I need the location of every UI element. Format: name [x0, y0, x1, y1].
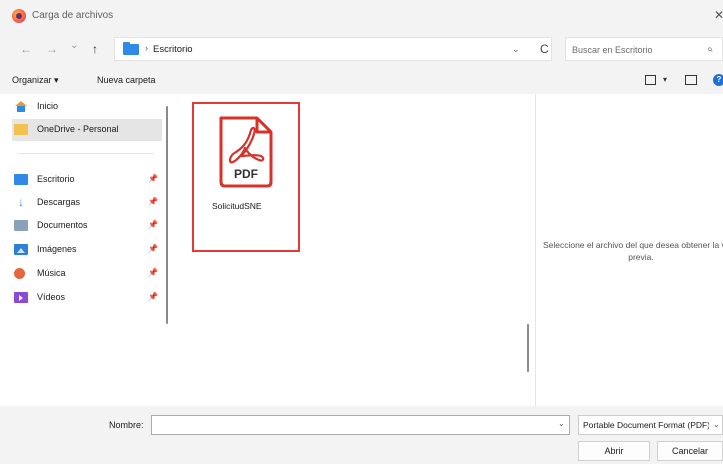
file-type-value: Portable Document Format (PDF) — [583, 420, 709, 430]
path-breadcrumb[interactable]: › Escritorio — [114, 37, 552, 61]
preview-pane-icon[interactable] — [685, 75, 697, 85]
music-icon — [14, 268, 25, 279]
pin-icon: 📌 — [148, 292, 158, 301]
images-icon — [14, 244, 28, 255]
sidebar-divider — [18, 153, 154, 154]
command-bar: Organizar ▾ Nueva carpeta ▾ ? — [0, 68, 723, 94]
sidebar-item-musica[interactable]: Música 📌 — [12, 263, 162, 285]
documents-icon — [14, 220, 28, 231]
view-mode-icon[interactable] — [645, 75, 656, 85]
desktop-icon — [14, 174, 28, 185]
firefox-icon — [12, 9, 26, 23]
sidebar-item-onedrive[interactable]: OneDrive - Personal — [12, 119, 162, 141]
help-icon[interactable]: ? — [713, 74, 723, 86]
organize-button[interactable]: Organizar ▾ — [12, 75, 59, 86]
file-name-dropdown-icon[interactable]: ⌄ — [558, 419, 565, 428]
pin-icon: 📌 — [148, 220, 158, 229]
window-title: Carga de archivos — [32, 10, 114, 21]
cancel-button[interactable]: Cancelar — [657, 441, 723, 461]
sidebar-item-escritorio[interactable]: Escritorio 📌 — [12, 169, 162, 191]
up-arrow-icon[interactable]: ↑ — [92, 42, 98, 56]
breadcrumb-escritorio[interactable]: Escritorio — [153, 44, 193, 55]
home-icon — [14, 101, 28, 112]
file-type-chevron-icon: ⌄ — [713, 420, 720, 429]
preview-message: Seleccione el archivo del que desea obte… — [542, 240, 723, 262]
download-icon: ↓ — [18, 195, 24, 209]
breadcrumb-chevron-icon[interactable]: › — [145, 43, 148, 53]
sidebar-item-imagenes[interactable]: Imágenes 📌 — [12, 239, 162, 261]
pdf-icon-text: PDF — [234, 167, 258, 181]
sidebar-item-inicio[interactable]: Inicio — [12, 96, 162, 118]
sidebar-item-label: Imágenes — [37, 244, 77, 254]
sidebar-item-label: Vídeos — [37, 292, 66, 302]
file-list: PDF SolicitudSNE — [172, 94, 534, 406]
preview-pane: Seleccione el archivo del que desea obte… — [535, 94, 723, 406]
file-name: SolicitudSNE — [212, 201, 262, 211]
sidebar-item-label: Descargas — [37, 197, 81, 207]
pin-icon: 📌 — [148, 197, 158, 206]
folder-icon — [123, 42, 139, 55]
search-box[interactable]: ⌕ — [565, 37, 723, 61]
new-folder-button[interactable]: Nueva carpeta — [97, 75, 156, 85]
sidebar-item-label: Inicio — [37, 101, 59, 111]
sidebar-item-videos[interactable]: Vídeos 📌 — [12, 287, 162, 309]
title-bar: Carga de archivos ✕ — [0, 0, 723, 32]
back-arrow-icon[interactable]: ← — [20, 42, 32, 56]
sidebar-item-label: Escritorio — [37, 174, 75, 184]
onedrive-folder-icon — [14, 124, 28, 135]
file-name-input[interactable] — [151, 415, 570, 435]
sidebar-item-label: Documentos — [37, 220, 88, 230]
recent-locations-chevron-icon[interactable]: ⌄ — [70, 40, 78, 51]
file-item-pdf[interactable]: PDF SolicitudSNE — [192, 102, 300, 252]
dialog-footer: Nombre: ⌄ Portable Document Format (PDF)… — [0, 406, 723, 464]
content-scrollbar[interactable] — [527, 324, 529, 372]
forward-arrow-icon[interactable]: → — [46, 42, 58, 56]
file-name-label: Nombre: — [109, 420, 144, 430]
pin-icon: 📌 — [148, 244, 158, 253]
file-type-select[interactable]: Portable Document Format (PDF) ⌄ — [578, 415, 723, 435]
pin-icon: 📌 — [148, 268, 158, 277]
videos-icon — [14, 292, 28, 303]
pdf-file-icon: PDF — [219, 116, 273, 188]
sidebar-item-label: OneDrive - Personal — [37, 124, 119, 134]
sidebar-item-descargas[interactable]: ↓ Descargas 📌 — [12, 192, 162, 214]
close-icon[interactable]: ✕ — [714, 8, 723, 22]
navigation-pane: Inicio OneDrive - Personal Escritorio 📌 … — [0, 94, 170, 406]
view-dropdown-icon[interactable]: ▾ — [663, 75, 667, 84]
sidebar-item-label: Música — [37, 268, 66, 278]
search-icon[interactable]: ⌕ — [707, 44, 713, 55]
pin-icon: 📌 — [148, 174, 158, 183]
address-bar: ← → ⌄ ↑ › Escritorio ⌄ C ⌕ — [0, 32, 723, 68]
open-button[interactable]: Abrir — [578, 441, 650, 461]
path-dropdown-chevron-icon[interactable]: ⌄ — [512, 44, 520, 55]
sidebar-scrollbar[interactable] — [166, 106, 168, 324]
search-input[interactable] — [572, 42, 692, 57]
sidebar-item-documentos[interactable]: Documentos 📌 — [12, 215, 162, 237]
refresh-icon[interactable]: C — [540, 42, 549, 56]
